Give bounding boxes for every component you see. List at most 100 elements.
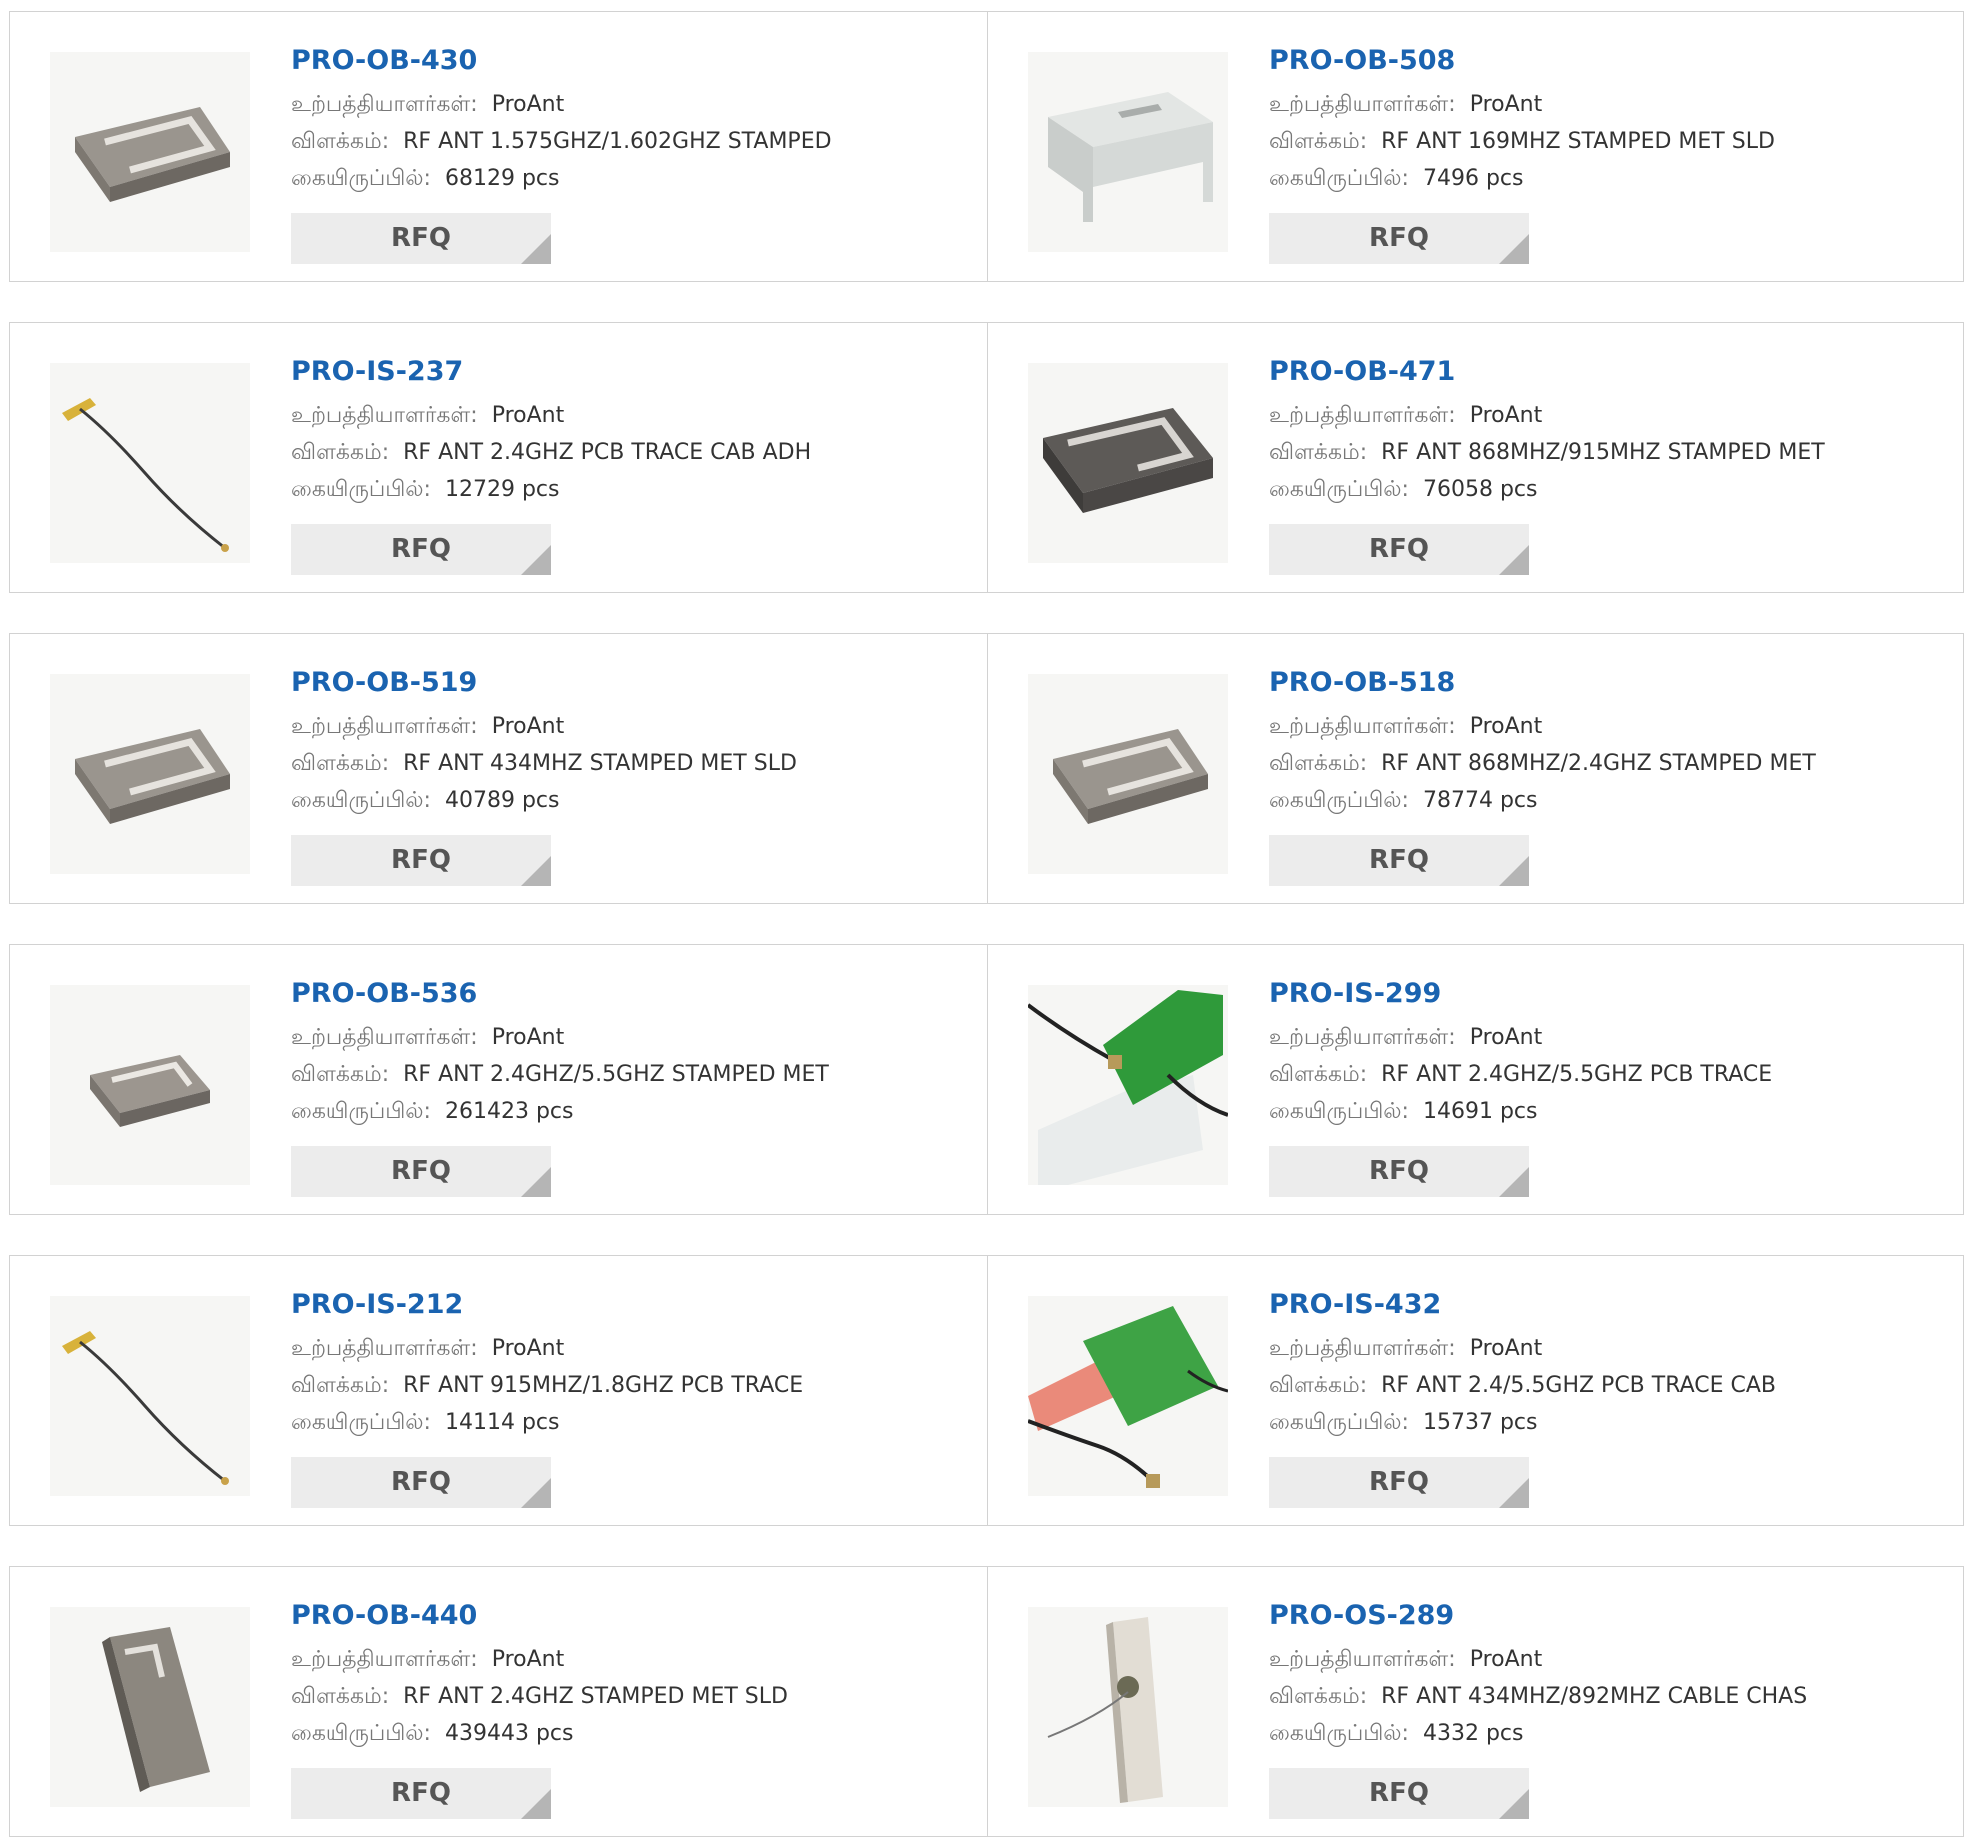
- rfq-label: RFQ: [391, 845, 451, 875]
- description-value: RF ANT 434MHZ STAMPED MET SLD: [403, 751, 797, 776]
- product-image[interactable]: [50, 985, 250, 1185]
- part-number-link[interactable]: PRO-OB-508: [1269, 45, 1455, 76]
- stock-line: கையிருப்பில்: 261423 pcs: [291, 1099, 573, 1127]
- description-label: விளக்கம்:: [1269, 1373, 1368, 1398]
- part-number-link[interactable]: PRO-IS-212: [291, 1289, 463, 1320]
- description-value: RF ANT 868MHZ/915MHZ STAMPED MET: [1381, 440, 1825, 465]
- stock-line: கையிருப்பில்: 68129 pcs: [291, 166, 560, 194]
- stock-value: 439443 pcs: [444, 1721, 574, 1746]
- product-image[interactable]: [1028, 1296, 1228, 1496]
- rfq-label: RFQ: [1369, 534, 1429, 564]
- rfq-button[interactable]: RFQ: [291, 1457, 551, 1508]
- rfq-label: RFQ: [391, 223, 451, 253]
- part-number-link[interactable]: PRO-OB-471: [1269, 356, 1455, 387]
- manufacturer-label: உற்பத்தியாளர்கள்:: [291, 1647, 478, 1672]
- part-number-link[interactable]: PRO-IS-237: [291, 356, 463, 387]
- rfq-button[interactable]: RFQ: [291, 213, 551, 264]
- rfq-label: RFQ: [1369, 845, 1429, 875]
- rfq-button[interactable]: RFQ: [1269, 835, 1529, 886]
- product-image[interactable]: [50, 52, 250, 252]
- manufacturer-label: உற்பத்தியாளர்கள்:: [1269, 92, 1456, 117]
- description-value: RF ANT 169MHZ STAMPED MET SLD: [1381, 129, 1775, 154]
- rfq-button[interactable]: RFQ: [291, 1146, 551, 1197]
- stock-value: 7496 pcs: [1422, 166, 1524, 191]
- part-number-link[interactable]: PRO-OB-519: [291, 667, 477, 698]
- manufacturer-label: உற்பத்தியாளர்கள்:: [1269, 1336, 1456, 1361]
- rfq-button[interactable]: RFQ: [1269, 524, 1529, 575]
- description-line: விளக்கம்: RF ANT 169MHZ STAMPED MET SLD: [1269, 129, 1775, 157]
- rfq-button[interactable]: RFQ: [291, 524, 551, 575]
- manufacturer-line: உற்பத்தியாளர்கள்: ProAnt: [291, 1336, 564, 1364]
- product-card: PRO-IS-237 உற்பத்தியாளர்கள்: ProAnt விளக்…: [10, 323, 988, 592]
- corner-triangle-icon: [1499, 545, 1529, 575]
- description-line: விளக்கம்: RF ANT 2.4GHZ/5.5GHZ STAMPED ME…: [291, 1062, 829, 1090]
- description-line: விளக்கம்: RF ANT 2.4GHZ/5.5GHZ PCB TRACE: [1269, 1062, 1772, 1090]
- manufacturer-value: ProAnt: [1469, 1647, 1543, 1672]
- part-number-link[interactable]: PRO-OB-430: [291, 45, 477, 76]
- part-number-link[interactable]: PRO-OB-536: [291, 978, 477, 1009]
- description-value: RF ANT 1.575GHZ/1.602GHZ STAMPED: [403, 129, 832, 154]
- manufacturer-label: உற்பத்தியாளர்கள்:: [1269, 1025, 1456, 1050]
- stock-value: 78774 pcs: [1422, 788, 1538, 813]
- stamped-metal-antenna-icon: [75, 107, 230, 202]
- product-image[interactable]: [50, 363, 250, 563]
- stock-line: கையிருப்பில்: 78774 pcs: [1269, 788, 1538, 816]
- stock-line: கையிருப்பில்: 12729 pcs: [291, 477, 560, 505]
- rfq-label: RFQ: [1369, 223, 1429, 253]
- description-label: விளக்கம்:: [291, 1062, 390, 1087]
- corner-triangle-icon: [1499, 1478, 1529, 1508]
- stock-label: கையிருப்பில்:: [291, 477, 431, 502]
- stock-value: 12729 pcs: [444, 477, 560, 502]
- part-number-link[interactable]: PRO-OB-518: [1269, 667, 1455, 698]
- rfq-button[interactable]: RFQ: [1269, 1768, 1529, 1819]
- product-card: PRO-IS-212 உற்பத்தியாளர்கள்: ProAnt விளக்…: [10, 1256, 988, 1525]
- stock-label: கையிருப்பில்:: [1269, 788, 1409, 813]
- product-image[interactable]: [50, 1607, 250, 1807]
- product-card: PRO-OB-430 உற்பத்தியாளர்கள்: ProAnt விளக்…: [10, 12, 988, 281]
- part-number-link[interactable]: PRO-IS-432: [1269, 1289, 1441, 1320]
- part-number-link[interactable]: PRO-OS-289: [1269, 1600, 1454, 1631]
- stock-label: கையிருப்பில்:: [291, 1721, 431, 1746]
- rfq-button[interactable]: RFQ: [291, 1768, 551, 1819]
- corner-triangle-icon: [521, 1167, 551, 1197]
- manufacturer-label: உற்பத்தியாளர்கள்:: [1269, 1647, 1456, 1672]
- manufacturer-value: ProAnt: [491, 1647, 565, 1672]
- white-stamped-bracket-antenna-icon: [1048, 92, 1213, 222]
- description-value: RF ANT 2.4/5.5GHZ PCB TRACE CAB: [1381, 1373, 1777, 1398]
- part-number-link[interactable]: PRO-OB-440: [291, 1600, 477, 1631]
- product-card: PRO-IS-432 உற்பத்தியாளர்கள்: ProAnt விளக்…: [988, 1256, 1963, 1525]
- product-image[interactable]: [50, 1296, 250, 1496]
- manufacturer-label: உற்பத்தியாளர்கள்:: [1269, 714, 1456, 739]
- rfq-label: RFQ: [391, 534, 451, 564]
- part-number-link[interactable]: PRO-IS-299: [1269, 978, 1441, 1009]
- product-row: PRO-OB-519 உற்பத்தியாளர்கள்: ProAnt விளக்…: [9, 633, 1964, 904]
- product-image[interactable]: [1028, 363, 1228, 563]
- manufacturer-value: ProAnt: [1469, 403, 1543, 428]
- product-card: PRO-OB-440 உற்பத்தியாளர்கள்: ProAnt விளக்…: [10, 1567, 988, 1836]
- stock-value: 261423 pcs: [444, 1099, 574, 1124]
- product-card: PRO-OS-289 உற்பத்தியாளர்கள்: ProAnt விளக்…: [988, 1567, 1963, 1836]
- description-value: RF ANT 434MHZ/892MHZ CABLE CHAS: [1381, 1684, 1808, 1709]
- pcb-cable-antenna-icon: [62, 1331, 229, 1485]
- stock-label: கையிருப்பில்:: [291, 166, 431, 191]
- corner-triangle-icon: [1499, 856, 1529, 886]
- rfq-button[interactable]: RFQ: [1269, 1146, 1529, 1197]
- description-label: விளக்கம்:: [1269, 751, 1368, 776]
- description-label: விளக்கம்:: [291, 129, 390, 154]
- rfq-button[interactable]: RFQ: [1269, 1457, 1529, 1508]
- rfq-button[interactable]: RFQ: [1269, 213, 1529, 264]
- stock-label: கையிருப்பில்:: [1269, 1721, 1409, 1746]
- product-image[interactable]: [50, 674, 250, 874]
- stock-line: கையிருப்பில்: 76058 pcs: [1269, 477, 1538, 505]
- manufacturer-line: உற்பத்தியாளர்கள்: ProAnt: [291, 92, 564, 120]
- product-image[interactable]: [1028, 52, 1228, 252]
- stock-label: கையிருப்பில்:: [291, 1410, 431, 1435]
- manufacturer-value: ProAnt: [1469, 714, 1543, 739]
- rfq-button[interactable]: RFQ: [291, 835, 551, 886]
- product-image[interactable]: [1028, 674, 1228, 874]
- product-image[interactable]: [1028, 1607, 1228, 1807]
- stock-label: கையிருப்பில்:: [1269, 477, 1409, 502]
- product-row: PRO-IS-212 உற்பத்தியாளர்கள்: ProAnt விளக்…: [9, 1255, 1964, 1526]
- product-row: PRO-OB-430 உற்பத்தியாளர்கள்: ProAnt விளக்…: [9, 11, 1964, 282]
- product-image[interactable]: [1028, 985, 1228, 1185]
